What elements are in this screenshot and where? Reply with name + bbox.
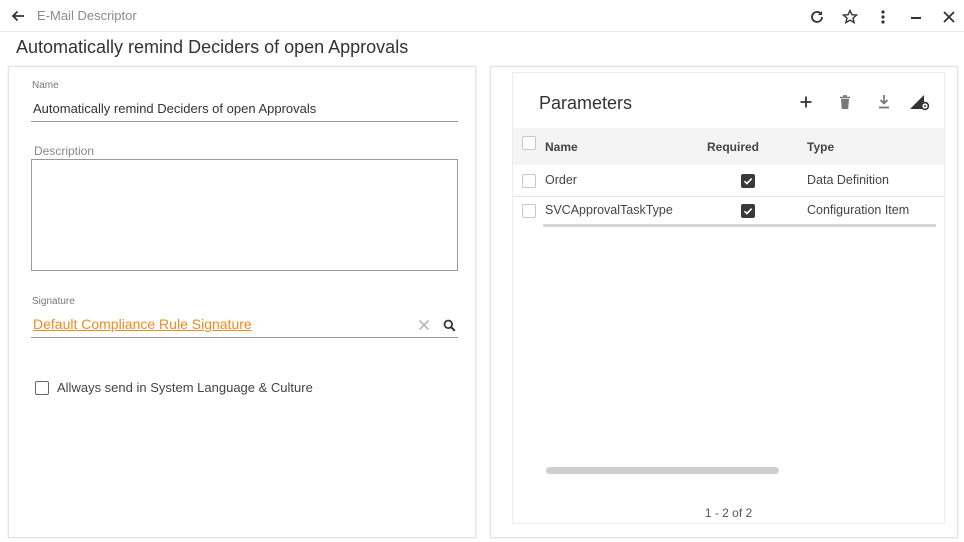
row-checkbox[interactable]: [522, 174, 536, 188]
pager-text: 1 - 2 of 2: [704, 506, 753, 520]
description-label: Description: [34, 144, 95, 158]
required-checkbox[interactable]: [741, 204, 755, 218]
signature-underline: [31, 337, 458, 338]
description-textarea[interactable]: [31, 159, 458, 271]
minimize-icon[interactable]: [905, 6, 927, 28]
name-field[interactable]: Automatically remind Deciders of open Ap…: [33, 101, 316, 116]
parameters-title: Parameters: [539, 93, 633, 113]
row-name: SVCApprovalTaskType: [545, 203, 673, 217]
table-row[interactable]: SVCApprovalTaskType Configuration Item: [513, 196, 944, 226]
always-send-checkbox[interactable]: [35, 381, 49, 395]
page-title: Automatically remind Deciders of open Ap…: [16, 37, 409, 57]
column-settings-icon[interactable]: [909, 91, 931, 113]
column-header-name[interactable]: Name: [545, 140, 578, 154]
search-icon[interactable]: [440, 316, 458, 334]
row-name: Order: [545, 173, 577, 187]
app-title: E-Mail Descriptor: [37, 8, 137, 23]
always-send-label: Allways send in System Language & Cultur…: [57, 380, 313, 395]
parameters-panel: Parameters Name Required Type Order Data…: [490, 66, 958, 538]
select-all-checkbox[interactable]: [522, 136, 536, 150]
column-header-required[interactable]: Required: [707, 140, 759, 154]
table-header: Name Required Type: [513, 128, 944, 165]
table-row[interactable]: Order Data Definition: [513, 166, 944, 196]
row-type: Data Definition: [807, 173, 889, 187]
parameters-card: Parameters Name Required Type Order Data…: [512, 72, 945, 524]
row-checkbox[interactable]: [522, 204, 536, 218]
download-icon[interactable]: [873, 91, 895, 113]
refresh-icon[interactable]: [806, 6, 828, 28]
clear-icon[interactable]: [415, 316, 433, 334]
column-header-type[interactable]: Type: [807, 140, 834, 154]
star-icon[interactable]: [839, 6, 861, 28]
title-bar: E-Mail Descriptor: [0, 0, 964, 32]
details-panel: Name Automatically remind Deciders of op…: [8, 66, 476, 538]
row-focus-underline: [543, 224, 936, 227]
close-icon[interactable]: [938, 6, 960, 28]
more-vert-icon[interactable]: [872, 6, 894, 28]
delete-icon[interactable]: [834, 91, 856, 113]
signature-label: Signature: [32, 296, 75, 307]
name-label: Name: [32, 80, 59, 91]
signature-link[interactable]: Default Compliance Rule Signature: [33, 316, 252, 332]
horizontal-scrollbar[interactable]: [546, 467, 779, 474]
add-icon[interactable]: [795, 91, 817, 113]
row-type: Configuration Item: [807, 203, 910, 217]
required-checkbox[interactable]: [741, 174, 755, 188]
arrow-left-icon[interactable]: [8, 6, 28, 26]
name-underline: [31, 121, 458, 122]
